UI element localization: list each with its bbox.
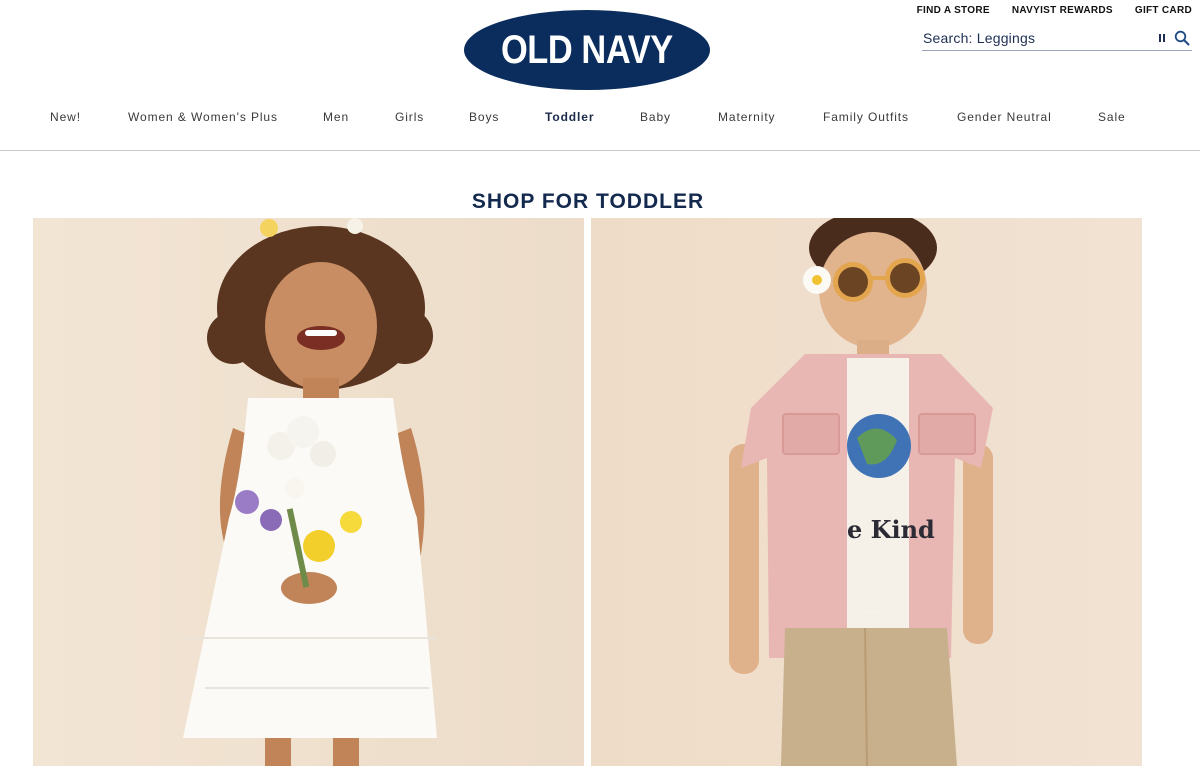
page: OLD NAVY FIND A STORE NAVYIST REWARDS GI… (0, 0, 1200, 766)
nav-item-men[interactable]: Men (323, 110, 349, 124)
toddler-boy-tile[interactable]: e Kind (591, 218, 1142, 766)
nav-item-women[interactable]: Women & Women's Plus (128, 110, 278, 124)
old-navy-logo[interactable]: OLD NAVY (464, 10, 710, 90)
toddler-boy-image: e Kind (591, 218, 1142, 766)
header-divider (0, 150, 1200, 151)
nav-item-maternity[interactable]: Maternity (718, 110, 775, 124)
search-input[interactable] (922, 28, 1152, 48)
toddler-girl-tile[interactable] (33, 218, 584, 766)
nav-item-family-outfits[interactable]: Family Outfits (823, 110, 909, 124)
nav-item-girls[interactable]: Girls (395, 110, 424, 124)
utility-links: FIND A STORE NAVYIST REWARDS GIFT CARD (917, 5, 1192, 16)
search-bar (922, 26, 1192, 51)
toddler-girl-image (33, 218, 584, 766)
nav-item-gender-neutral[interactable]: Gender Neutral (957, 110, 1052, 124)
nav-item-sale[interactable]: Sale (1098, 110, 1126, 124)
gift-card-link[interactable]: GIFT CARD (1135, 5, 1192, 16)
find-a-store-link[interactable]: FIND A STORE (917, 5, 990, 16)
page-title: SHOP FOR TODDLER (471, 190, 705, 214)
nav-item-boys[interactable]: Boys (469, 110, 499, 124)
nav-item-new[interactable]: New! (50, 110, 81, 124)
navyist-rewards-link[interactable]: NAVYIST REWARDS (1012, 5, 1113, 16)
logo-text: OLD NAVY (501, 28, 673, 72)
category-nav: New! Women & Women's Plus Men Girls Boys… (0, 110, 1200, 130)
nav-item-toddler[interactable]: Toddler (545, 110, 594, 124)
site-header: OLD NAVY FIND A STORE NAVYIST REWARDS GI… (0, 0, 1200, 150)
nav-item-baby[interactable]: Baby (640, 110, 671, 124)
pause-icon[interactable] (1152, 28, 1172, 48)
search-icon[interactable] (1172, 28, 1192, 48)
shirt-text: e Kind (847, 515, 935, 544)
